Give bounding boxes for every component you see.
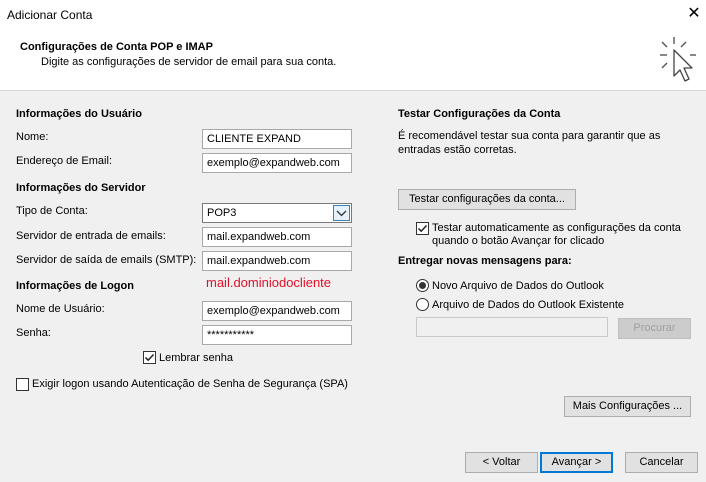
cursor-click-icon (656, 34, 700, 84)
outgoing-server-input[interactable]: mail.expandweb.com (202, 251, 352, 271)
email-input[interactable]: exemplo@expandweb.com (202, 153, 352, 173)
username-input[interactable]: exemplo@expandweb.com (202, 301, 352, 321)
name-label: Nome: (16, 131, 49, 143)
radio-selected-dot (419, 282, 426, 289)
title-bar (0, 0, 706, 30)
account-type-value: POP3 (207, 207, 237, 219)
header-title: Configurações de Conta POP e IMAP (20, 41, 213, 53)
test-settings-button[interactable]: Testar configurações da conta... (398, 189, 576, 210)
username-label: Nome de Usuário: (16, 303, 105, 315)
delivery-heading: Entregar novas mensagens para: (398, 255, 572, 267)
chevron-down-icon[interactable] (333, 205, 350, 221)
server-info-heading: Informações do Servidor (16, 182, 146, 194)
incoming-server-label: Servidor de entrada de emails: (16, 230, 166, 242)
new-data-file-label[interactable]: Novo Arquivo de Dados do Outlook (432, 280, 604, 292)
radio-existing-data-file[interactable] (416, 298, 429, 311)
spa-checkbox[interactable] (16, 378, 29, 391)
user-info-heading: Informações do Usuário (16, 108, 142, 120)
data-file-path-input[interactable] (416, 317, 608, 337)
logon-info-heading: Informações de Logon (16, 280, 134, 292)
spa-label[interactable]: Exigir logon usando Autenticação de Senh… (32, 378, 352, 391)
more-settings-button[interactable]: Mais Configurações ... (564, 396, 691, 417)
password-label: Senha: (16, 327, 51, 339)
email-label: Endereço de Email: (16, 155, 112, 167)
server-annotation: mail.dominiodocliente (206, 275, 332, 290)
account-type-label: Tipo de Conta: (16, 205, 88, 217)
existing-data-file-label[interactable]: Arquivo de Dados do Outlook Existente (432, 299, 624, 311)
header-subtitle: Digite as configurações de servidor de e… (41, 56, 337, 68)
account-type-select[interactable]: POP3 (202, 203, 352, 223)
password-input[interactable]: *********** (202, 325, 352, 345)
radio-new-data-file[interactable] (416, 279, 429, 292)
remember-password-checkbox[interactable] (143, 351, 156, 364)
incoming-server-input[interactable]: mail.expandweb.com (202, 227, 352, 247)
test-description: É recomendável testar sua conta para gar… (398, 130, 661, 156)
next-button[interactable]: Avançar > (540, 452, 613, 473)
outgoing-server-label: Servidor de saída de emails (SMTP): (16, 254, 197, 266)
test-heading: Testar Configurações da Conta (398, 108, 561, 120)
back-button[interactable]: < Voltar (465, 452, 538, 473)
cancel-button[interactable]: Cancelar (625, 452, 698, 473)
auto-test-checkbox[interactable] (416, 222, 429, 235)
name-input[interactable]: CLIENTE EXPAND (202, 129, 352, 149)
auto-test-label[interactable]: Testar automaticamente as configurações … (432, 222, 694, 248)
remember-password-label[interactable]: Lembrar senha (159, 352, 233, 364)
window-title: Adicionar Conta (7, 8, 93, 22)
close-icon[interactable]: ✕ (684, 4, 704, 24)
browse-button[interactable]: Procurar (618, 318, 691, 339)
